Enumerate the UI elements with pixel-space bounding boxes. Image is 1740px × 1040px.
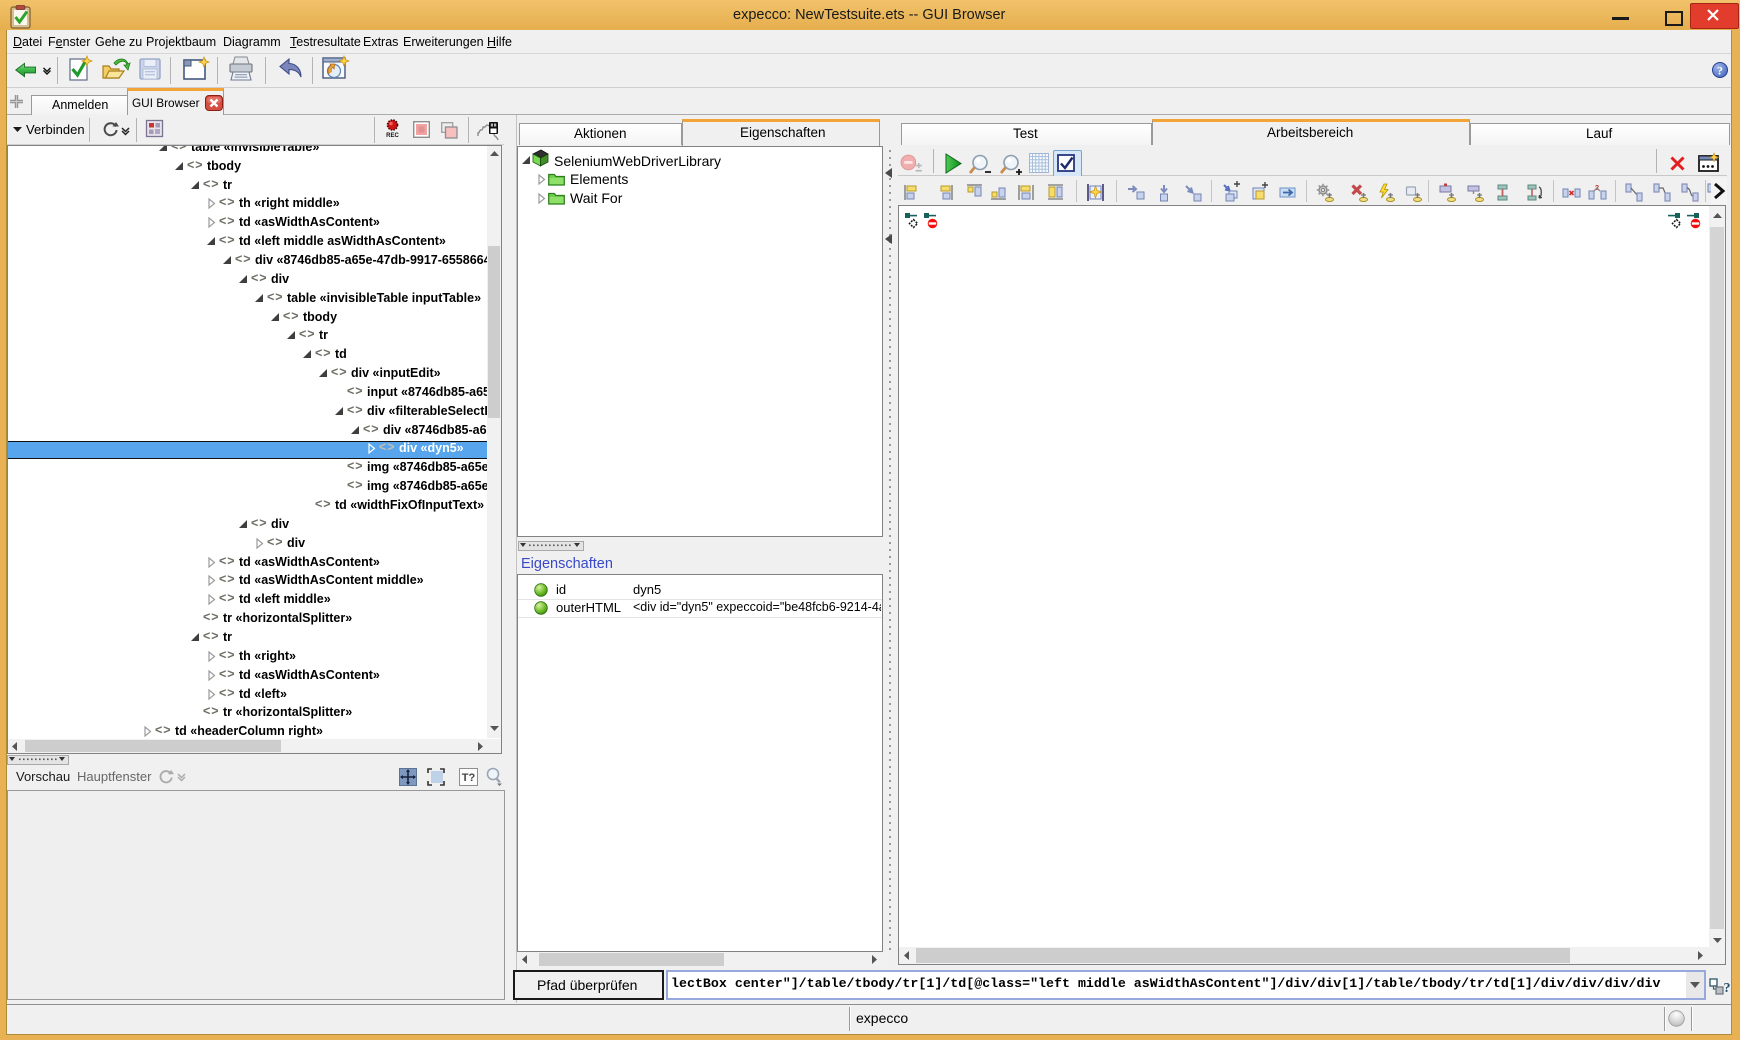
svg-text:REC: REC xyxy=(386,133,399,139)
svg-text:T?: T? xyxy=(462,772,476,784)
svg-text:?: ? xyxy=(1724,981,1731,996)
svg-text:?: ? xyxy=(1595,185,1599,192)
svg-text:?: ? xyxy=(1717,64,1723,78)
